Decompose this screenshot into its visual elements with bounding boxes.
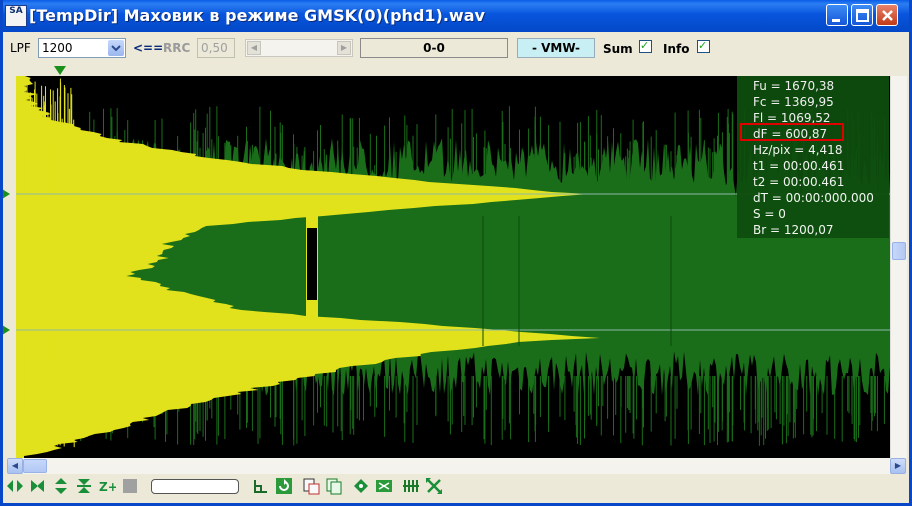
close-button[interactable] [876,4,898,26]
fit-window-icon[interactable] [375,477,393,495]
zoom-vertical-icon[interactable] [75,477,93,495]
apply-arrow-button[interactable]: <== [133,40,163,56]
zoom-plus-icon[interactable]: Z+ [98,477,116,495]
lpf-select[interactable]: 1200 [38,38,126,58]
diamond-icon[interactable] [352,477,370,495]
scroll-right-stop-icon[interactable] [29,477,47,495]
info-panel: Fu = 1670,38 Fc = 1369,95 Fl = 1069,52 d… [737,76,889,238]
slider-right-icon[interactable]: ▶ [337,41,351,55]
minimize-button[interactable] [826,4,848,26]
app-window: SA [TempDir] Маховик в режиме GMSK(0)(ph… [0,0,912,506]
lpf-value: 1200 [42,41,73,55]
step-icon[interactable] [252,477,270,495]
horizontal-scrollbar[interactable] [7,458,906,474]
minimize-icon [832,19,840,22]
scroll-up-down-icon[interactable] [52,477,70,495]
horizontal-scroll-thumb[interactable] [23,459,47,473]
df-highlight-box [740,123,844,141]
info-s: S = 0 [753,207,786,221]
sum-label: Sum [603,42,633,56]
svg-text:Z+: Z+ [99,480,116,494]
copy-icon[interactable] [325,477,343,495]
vertical-scrollbar[interactable] [890,76,907,458]
time-input[interactable] [151,479,239,494]
info-fu: Fu = 1670,38 [753,79,835,93]
info-t2: t2 = 00:00.461 [753,175,845,189]
info-checkbox[interactable]: ✓ [697,39,710,53]
scroll-right-icon[interactable]: ▶ [890,458,906,474]
slider-left-icon[interactable]: ◀ [247,41,261,55]
mode-readout[interactable]: - VMW- [517,38,595,58]
close-icon [882,10,893,21]
maximize-button[interactable] [851,4,873,26]
chevron-down-icon[interactable] [108,40,124,56]
check-icon: ✓ [640,39,650,52]
bars-icon[interactable] [402,477,420,495]
copy-image-icon[interactable] [302,477,320,495]
lpf-label: LPF [10,41,31,55]
info-hz-per-pix: Hz/pix = 4,418 [753,143,843,157]
position-readout: 0-0 [360,38,508,58]
stop-gray-icon[interactable] [121,477,139,495]
rrc-label: RRC [163,41,191,55]
title-bar[interactable]: SA [TempDir] Маховик в режиме GMSK(0)(ph… [0,0,912,32]
frequency-ruler[interactable] [0,64,912,76]
info-dt: dT = 00:00:000.000 [753,191,874,205]
maximize-icon [856,9,869,22]
scroll-left-right-icon[interactable] [6,477,24,495]
rrc-slider[interactable]: ◀ ▶ [245,39,353,57]
marker-triangle-icon[interactable] [0,64,912,76]
vertical-scroll-thumb[interactable] [892,242,906,260]
window-title: [TempDir] Маховик в режиме GMSK(0)(phd1)… [29,6,485,25]
app-icon[interactable]: SA [5,5,27,27]
lower-marker-icon[interactable] [2,325,10,335]
info-br: Br = 1200,07 [753,223,834,237]
rrc-input[interactable]: 0,50 [197,38,235,58]
cross-arrows-icon[interactable] [425,477,443,495]
info-label: Info [663,42,690,56]
upper-marker-icon[interactable] [2,189,10,199]
info-t1: t1 = 00:00.461 [753,159,845,173]
refresh-icon[interactable] [275,477,293,495]
info-fc: Fc = 1369,95 [753,95,834,109]
sum-checkbox[interactable]: ✓ [639,39,652,53]
check-icon: ✓ [698,39,708,52]
scroll-left-icon[interactable]: ◀ [7,458,23,474]
